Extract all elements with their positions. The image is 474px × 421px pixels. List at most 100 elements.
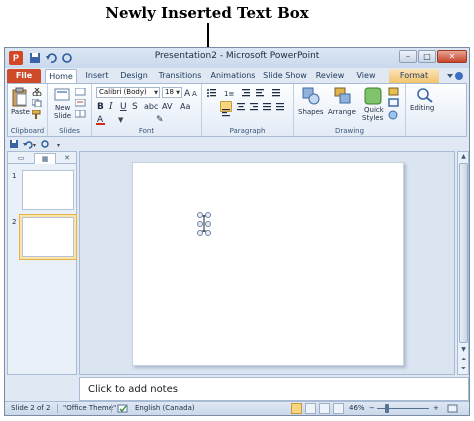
quick-styles-icon[interactable] [364, 87, 382, 105]
ribbon-tabs: File Home Insert Design Transitions Anim… [5, 68, 469, 83]
next-slide-icon[interactable]: ⏷ [459, 364, 468, 373]
reset-icon[interactable] [75, 99, 87, 107]
group-paragraph: 1≡ Paragraph [202, 84, 294, 136]
format-painter-icon[interactable] [32, 110, 42, 119]
ribbon-minimize-help-icon[interactable] [445, 71, 463, 81]
slide-show-view-button[interactable] [333, 403, 344, 414]
thumbnail-number: 1 [12, 172, 17, 180]
align-left-button[interactable] [220, 101, 232, 117]
thumbnail-number: 2 [12, 218, 17, 226]
tab-file[interactable]: File [7, 69, 41, 83]
slides-pane: ▭ ▦ ✕ 1 2 [7, 151, 77, 375]
scrollbar-thumb[interactable] [459, 163, 468, 343]
zoom-level[interactable]: 46% [349, 404, 365, 412]
svg-text:AV: AV [162, 102, 173, 111]
paste-icon[interactable] [12, 87, 28, 107]
status-bar: Slide 2 of 2 "Office Theme" English (Can… [5, 401, 469, 415]
current-slide[interactable] [132, 162, 404, 366]
copy-icon[interactable] [32, 99, 42, 107]
svg-text:1≡: 1≡ [224, 90, 234, 98]
restore-button[interactable]: □ [418, 50, 436, 63]
grow-shrink-font-icon[interactable]: AA [184, 87, 200, 97]
alignment-buttons[interactable] [236, 102, 286, 112]
quick-access-icons[interactable]: ▾ ▾ [9, 139, 69, 150]
svg-text:Aa: Aa [180, 102, 190, 111]
window-controls: – □ ✕ [399, 50, 467, 63]
group-clipboard: Paste Clipboard [8, 84, 48, 136]
language-status[interactable]: English (Canada) [135, 404, 195, 412]
zoom-slider-knob[interactable] [385, 404, 390, 413]
svg-text:A: A [192, 90, 197, 97]
screenshot-root: Newly Inserted Text Box P Presentation2 … [0, 0, 474, 421]
slide-thumbnail-1[interactable] [22, 170, 74, 210]
cut-icon[interactable] [32, 88, 42, 96]
tab-home[interactable]: Home [45, 69, 77, 83]
status-separator [57, 404, 58, 413]
font-size-dropdown[interactable]: 18 ▼ [162, 87, 182, 98]
tab-slide-show[interactable]: Slide Show [261, 69, 309, 83]
quick-styles-label-line2[interactable]: Styles [362, 114, 383, 122]
font-format-row-1: B I U S abc AV Aa [97, 102, 190, 112]
tab-format[interactable]: Format [389, 69, 439, 83]
status-separator [111, 404, 112, 413]
inserted-text-box[interactable] [196, 212, 212, 236]
align-left-icon [222, 109, 230, 117]
quick-styles-label-line1[interactable]: Quick [364, 106, 384, 114]
slide-thumbnail-2[interactable] [22, 217, 74, 257]
slide-sorter-view-button[interactable] [305, 403, 316, 414]
group-font: Calibri (Body) ▼ 18 ▼ AA B I U S abc AV … [92, 84, 202, 136]
chevron-down-icon: ▼ [154, 90, 158, 96]
notes-pane[interactable]: Click to add notes [79, 377, 469, 401]
paste-button-label[interactable]: Paste [11, 108, 30, 116]
minimize-button[interactable]: – [399, 50, 417, 63]
fit-to-window-icon[interactable] [447, 404, 459, 414]
svg-text:▾: ▾ [57, 142, 60, 149]
paragraph-group-label: Paragraph [229, 127, 266, 135]
previous-slide-icon[interactable]: ⏶ [459, 355, 468, 364]
spelling-check-icon[interactable] [117, 404, 129, 414]
zoom-in-icon[interactable]: + [433, 404, 439, 412]
outline-tab-icon[interactable]: ▭ [10, 153, 32, 164]
svg-text:✎: ✎ [156, 115, 164, 125]
shapes-button-label[interactable]: Shapes [298, 108, 324, 116]
scroll-up-icon[interactable]: ▲ [459, 152, 468, 161]
slides-pane-tabs: ▭ ▦ ✕ [8, 152, 76, 164]
normal-view-button[interactable] [291, 403, 302, 414]
tab-animations[interactable]: Animations [209, 69, 257, 83]
tab-transitions[interactable]: Transitions [155, 69, 205, 83]
zoom-out-icon[interactable]: − [369, 404, 375, 412]
slides-group-label: Slides [59, 127, 80, 135]
arrange-icon[interactable] [334, 87, 352, 105]
reading-view-button[interactable] [319, 403, 330, 414]
font-name-dropdown[interactable]: Calibri (Body) ▼ [96, 87, 160, 98]
tab-view[interactable]: View [351, 69, 381, 83]
powerpoint-window: P Presentation2 - Microsoft PowerPoint –… [4, 47, 470, 416]
theme-status: "Office Theme" [63, 404, 117, 412]
tab-insert[interactable]: Insert [81, 69, 113, 83]
slides-tab-icon[interactable]: ▦ [34, 153, 56, 164]
new-slide-icon[interactable] [54, 87, 70, 103]
ribbon-home: Paste Clipboard New Slide Slides Calibri… [7, 83, 467, 137]
section-icon[interactable] [75, 110, 87, 118]
slide-thumbnail-2-selected[interactable] [19, 214, 77, 260]
layout-icon[interactable] [75, 88, 87, 96]
close-button[interactable]: ✕ [437, 50, 467, 63]
group-drawing: Shapes Arrange Quick Styles Drawing [294, 84, 406, 136]
new-slide-label-line1[interactable]: New [55, 104, 70, 112]
find-replace-icon[interactable] [416, 87, 434, 103]
arrange-button-label[interactable]: Arrange [328, 108, 356, 116]
tab-review[interactable]: Review [313, 69, 347, 83]
vertical-scrollbar[interactable]: ▲ ▼ ⏶ ⏷ [457, 151, 469, 375]
shapes-icon[interactable] [302, 87, 320, 105]
tab-design[interactable]: Design [117, 69, 151, 83]
quick-access-toolbar: ▾ ▾ [5, 137, 469, 151]
shape-fill-outline-effects-icons[interactable] [388, 87, 402, 121]
svg-text:I: I [108, 102, 113, 112]
svg-text:abc: abc [144, 102, 158, 111]
drawing-group-label: Drawing [334, 127, 365, 135]
scroll-down-icon[interactable]: ▼ [459, 345, 468, 354]
editing-button-label[interactable]: Editing [410, 104, 434, 112]
slide-editing-area [79, 151, 455, 375]
new-slide-label-line2[interactable]: Slide [54, 112, 71, 120]
close-pane-icon[interactable]: ✕ [60, 153, 74, 164]
